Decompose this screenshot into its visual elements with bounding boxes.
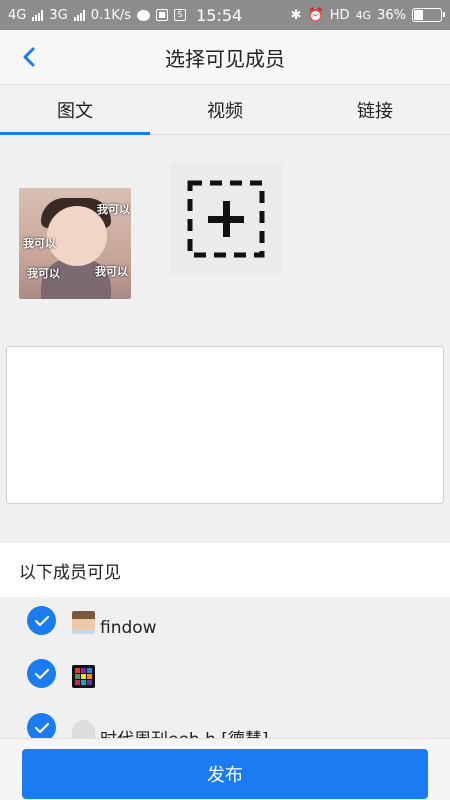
avatar bbox=[72, 611, 95, 634]
post-content-input[interactable] bbox=[6, 346, 444, 504]
chevron-left-icon bbox=[23, 47, 35, 67]
add-photo-icon bbox=[187, 180, 265, 258]
tab-link[interactable]: 链接 bbox=[300, 85, 450, 134]
image-caption: 我可以 bbox=[27, 267, 60, 280]
check-icon bbox=[34, 722, 49, 733]
hd-label: HD bbox=[329, 7, 350, 23]
app-notification-icon: S bbox=[174, 9, 187, 21]
member-name: 时代周刊eeh.h [德慧] bbox=[100, 725, 269, 738]
member-checkbox[interactable] bbox=[27, 606, 56, 635]
bluetooth-icon: ✱ bbox=[290, 7, 302, 23]
signal-icon bbox=[73, 9, 85, 21]
bottom-bar: 发布 bbox=[0, 738, 450, 800]
status-right: ✱ ⏰ HD 4G 36% bbox=[290, 7, 445, 23]
avatar bbox=[72, 720, 95, 738]
member-row[interactable]: findow bbox=[0, 597, 450, 649]
network-3g-label: 3G bbox=[49, 7, 68, 23]
signal-icon bbox=[32, 9, 44, 21]
uploaded-image-thumbnail[interactable]: 我可以 我可以 我可以 我可以 bbox=[19, 188, 131, 299]
image-caption: 我可以 bbox=[23, 237, 56, 250]
tab-text-image[interactable]: 图文 bbox=[0, 85, 150, 135]
tab-video[interactable]: 视频 bbox=[150, 85, 300, 134]
tab-bar: 图文 视频 链接 bbox=[0, 85, 450, 135]
network-4g-label: 4G bbox=[8, 7, 27, 23]
app-notification-icon: ■ bbox=[156, 9, 169, 21]
member-row[interactable]: 时代周刊eeh.h [德慧] bbox=[0, 701, 450, 738]
network-4g-label: 4G bbox=[355, 8, 372, 22]
page-title: 选择可见成员 bbox=[165, 46, 285, 71]
alarm-icon: ⏰ bbox=[307, 7, 324, 23]
image-caption: 我可以 bbox=[97, 203, 130, 216]
member-name: findow bbox=[100, 618, 157, 638]
check-icon bbox=[34, 615, 49, 626]
check-icon bbox=[34, 668, 49, 679]
member-row[interactable] bbox=[0, 649, 450, 701]
network-speed: 0.1K/s bbox=[90, 7, 132, 23]
battery-icon bbox=[412, 8, 445, 22]
add-photo-button[interactable] bbox=[170, 163, 282, 275]
publish-button[interactable]: 发布 bbox=[22, 749, 428, 799]
message-icon bbox=[137, 9, 151, 21]
status-left: 4G 3G 0.1K/s ■ S 15:54 bbox=[8, 6, 242, 25]
member-checkbox[interactable] bbox=[27, 713, 56, 738]
image-caption: 我可以 bbox=[95, 265, 128, 278]
battery-percent: 36% bbox=[377, 7, 406, 23]
avatar bbox=[72, 665, 95, 688]
status-bar: 4G 3G 0.1K/s ■ S 15:54 ✱ ⏰ HD 4G 36% bbox=[0, 0, 450, 30]
header: 选择可见成员 bbox=[0, 30, 450, 85]
status-time: 15:54 bbox=[196, 5, 243, 25]
back-button[interactable] bbox=[14, 42, 44, 72]
member-checkbox[interactable] bbox=[27, 659, 56, 688]
members-section-title: 以下成员可见 bbox=[0, 543, 450, 597]
